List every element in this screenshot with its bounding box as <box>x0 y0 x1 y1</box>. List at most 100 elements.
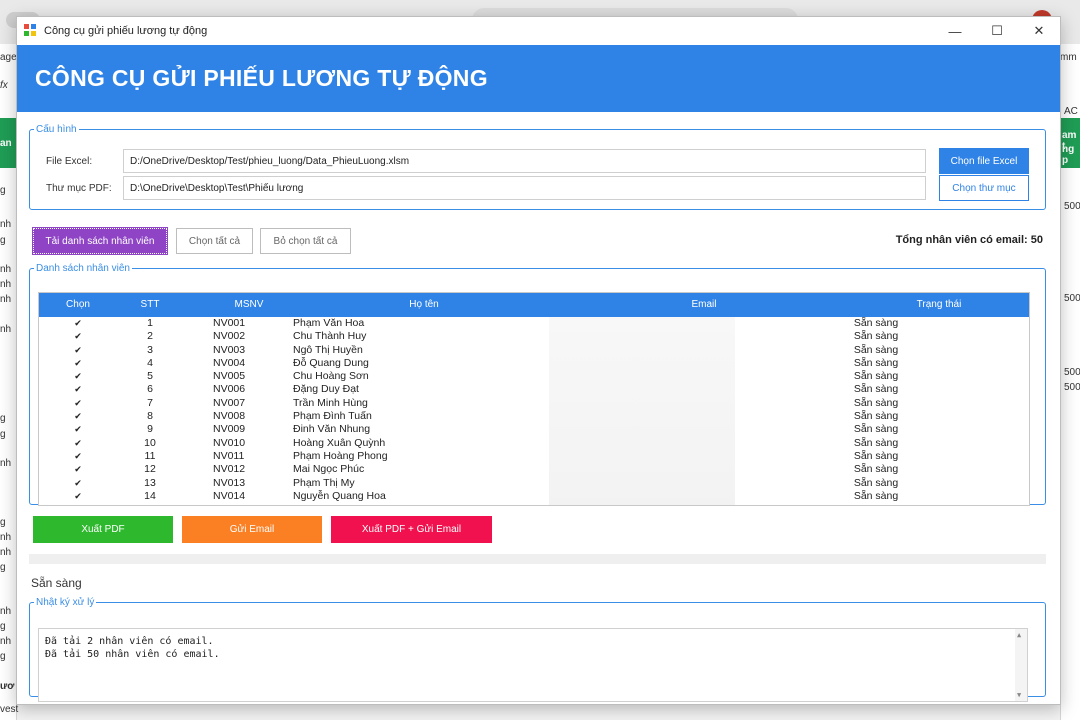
row-msnv: NV013 <box>213 476 246 489</box>
background-cell: 500 <box>1064 293 1080 304</box>
row-name: Phạm Đình Tuấn <box>293 410 372 423</box>
row-msnv: NV001 <box>213 317 246 329</box>
column-header-name[interactable]: Họ tên <box>369 293 479 317</box>
table-row[interactable]: ✔ 5 NV005 Chu Hoàng Sơn Sẵn sàng <box>39 370 1029 383</box>
row-checkbox[interactable]: ✔ <box>39 423 117 436</box>
row-status: Sẵn sàng <box>853 343 899 356</box>
maximize-button[interactable]: ☐ <box>976 17 1018 45</box>
employee-table[interactable]: Chọn STT MSNV Họ tên Email Trạng thái ✔ 1… <box>38 292 1030 506</box>
background-cell: g <box>0 621 6 632</box>
table-row[interactable]: ✔ 12 NV012 Mai Ngọc Phúc Sẵn sàng <box>39 463 1029 476</box>
table-row[interactable]: ✔ 11 NV011 Phạm Hoàng Phong Sẵn sàng <box>39 450 1029 463</box>
background-cell: mm <box>1060 52 1077 63</box>
row-name: Đinh Văn Nhung <box>293 423 371 436</box>
column-header-email[interactable]: Email <box>649 293 759 317</box>
row-checkbox[interactable]: ✔ <box>39 410 117 423</box>
row-checkbox[interactable]: ✔ <box>39 450 117 463</box>
email-column-redacted <box>549 317 735 505</box>
row-status: Sẵn sàng <box>853 317 899 329</box>
action-row: Tải danh sách nhân viên Chọn tất cả Bỏ c… <box>32 227 1043 256</box>
background-cell: g <box>0 235 6 246</box>
column-header-status[interactable]: Trạng thái <box>869 293 1009 317</box>
table-row[interactable]: ✔ 6 NV006 Đặng Duy Đạt Sẵn sàng <box>39 383 1029 396</box>
row-stt: 1 <box>147 317 153 329</box>
row-msnv: NV004 <box>213 356 246 369</box>
table-row[interactable]: ✔ 4 NV004 Đỗ Quang Dung Sẵn sàng <box>39 357 1029 370</box>
background-cell: nh <box>0 606 12 617</box>
export-pdf-button[interactable]: Xuất PDF <box>33 516 173 543</box>
minimize-button[interactable]: — <box>934 17 976 45</box>
row-msnv: NV011 <box>213 449 245 462</box>
background-cell: g <box>0 413 6 424</box>
row-stt: 10 <box>144 436 156 449</box>
row-stt: 9 <box>147 423 153 436</box>
scroll-up-icon[interactable]: ▲ <box>1017 631 1021 639</box>
row-stt: 6 <box>147 383 153 396</box>
row-checkbox[interactable]: ✔ <box>39 437 117 450</box>
deselect-all-button[interactable]: Bỏ chọn tất cả <box>260 228 351 254</box>
send-email-button[interactable]: Gửi Email <box>182 516 322 543</box>
background-cell: nh <box>0 532 12 543</box>
row-name: Nguyễn Quang Hoa <box>293 489 386 502</box>
employee-list-group: Danh sách nhân viên Chọn STT MSNV Họ tên… <box>29 263 1046 506</box>
app-window: Công cụ gửi phiếu lương tự động — ☐ ✕ CÔ… <box>16 16 1061 705</box>
row-checkbox[interactable]: ✔ <box>39 383 117 396</box>
row-status: Sẵn sàng <box>853 356 899 369</box>
row-msnv: NV002 <box>213 330 246 343</box>
export-and-send-button[interactable]: Xuất PDF + Gửi Email <box>331 516 492 543</box>
background-cell: g <box>0 651 6 662</box>
row-msnv: NV010 <box>213 436 246 449</box>
table-row[interactable]: ✔ 3 NV003 Ngô Thị Huyền Sẵn sàng <box>39 344 1029 357</box>
row-checkbox[interactable]: ✔ <box>39 463 117 476</box>
row-stt: 13 <box>144 476 156 489</box>
row-msnv: NV008 <box>213 410 246 423</box>
row-checkbox[interactable]: ✔ <box>39 370 117 383</box>
table-row[interactable]: ✔ 8 NV008 Phạm Đình Tuấn Sẵn sàng <box>39 410 1029 423</box>
table-row[interactable]: ✔ 7 NV007 Trần Minh Hùng Sẵn sàng <box>39 397 1029 410</box>
scroll-down-icon[interactable]: ▼ <box>1017 691 1021 699</box>
row-checkbox[interactable]: ✔ <box>39 477 117 490</box>
table-row[interactable]: ✔ 2 NV002 Chu Thành Huy Sẵn sàng <box>39 330 1029 343</box>
row-status: Sẵn sàng <box>853 370 899 383</box>
select-all-button[interactable]: Chọn tất cả <box>176 228 253 254</box>
load-employees-button[interactable]: Tải danh sách nhân viên <box>32 227 168 255</box>
table-row[interactable]: ✔ 1 NV001 Phạm Văn Hoa Sẵn sàng <box>39 317 1029 330</box>
row-checkbox[interactable]: ✔ <box>39 344 117 357</box>
close-button[interactable]: ✕ <box>1018 17 1060 45</box>
row-checkbox[interactable]: ✔ <box>39 357 117 370</box>
table-row[interactable]: ✔ 14 NV014 Nguyễn Quang Hoa Sẵn sàng <box>39 490 1029 503</box>
row-name: Đặng Duy Đạt <box>293 383 359 396</box>
background-cell: nh <box>0 294 12 305</box>
page-title: CÔNG CỤ GỬI PHIẾU LƯƠNG TỰ ĐỘNG <box>35 65 488 91</box>
log-scrollbar[interactable]: ▲ ▼ <box>1015 629 1027 701</box>
row-checkbox[interactable]: ✔ <box>39 397 117 410</box>
title-bar[interactable]: Công cụ gửi phiếu lương tự động — ☐ ✕ <box>17 17 1060 45</box>
row-checkbox[interactable]: ✔ <box>39 490 117 503</box>
background-cell: nh <box>0 458 12 469</box>
log-textarea[interactable]: Đã tải 2 nhân viên có email. Đã tải 50 n… <box>38 628 1028 702</box>
row-status: Sẵn sàng <box>853 383 899 396</box>
row-checkbox[interactable]: ✔ <box>39 317 117 330</box>
row-name: Phạm Văn Hoa <box>293 317 365 329</box>
choose-excel-button[interactable]: Chọn file Excel <box>939 148 1029 174</box>
background-cell: nh <box>0 636 12 647</box>
row-checkbox[interactable]: ✔ <box>39 330 117 343</box>
pdf-folder-input[interactable]: D:\OneDrive\Desktop\Test\Phiếu lương <box>123 176 926 200</box>
background-cell: 500 <box>1064 367 1080 378</box>
table-scrollbar[interactable] <box>1029 317 1030 505</box>
row-status: Sẵn sàng <box>853 489 899 502</box>
choose-folder-button[interactable]: Chọn thư mục <box>939 175 1029 201</box>
row-msnv: NV005 <box>213 370 246 383</box>
app-header: CÔNG CỤ GỬI PHIẾU LƯƠNG TỰ ĐỘNG <box>17 45 1060 112</box>
table-row[interactable]: ✔ 13 NV013 Phạm Thị My Sẵn sàng <box>39 477 1029 490</box>
background-cell: g <box>0 562 6 573</box>
table-row[interactable]: ✔ 9 NV009 Đinh Văn Nhung Sẵn sàng <box>39 423 1029 436</box>
background-cell: an <box>0 138 12 149</box>
excel-path-input[interactable]: D:/OneDrive/Desktop/Test/phieu_luong/Dat… <box>123 149 926 173</box>
column-header-stt[interactable]: STT <box>117 293 183 317</box>
config-group: Cấu hình File Excel: D:/OneDrive/Desktop… <box>29 124 1046 210</box>
table-row[interactable]: ✔ 10 NV010 Hoàng Xuân Quỳnh Sẵn sàng <box>39 437 1029 450</box>
row-msnv: NV009 <box>213 423 246 436</box>
column-header-msnv[interactable]: MSNV <box>209 293 289 317</box>
column-header-select[interactable]: Chọn <box>39 293 117 317</box>
